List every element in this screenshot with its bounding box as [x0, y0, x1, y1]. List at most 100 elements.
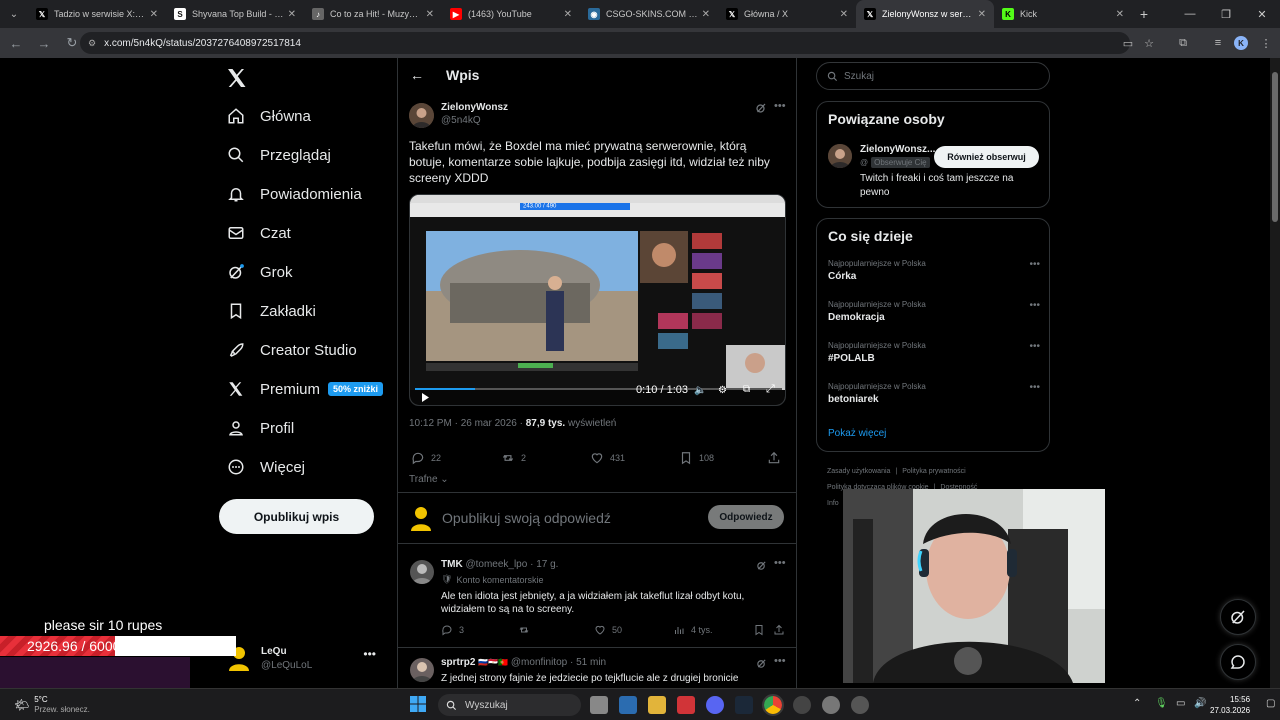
search-input[interactable]: Szukaj: [816, 62, 1050, 90]
system-clock[interactable]: 15:56 27.03.2026: [1210, 694, 1250, 716]
close-tab-icon[interactable]: ✕: [1116, 9, 1124, 20]
more-icon[interactable]: •••: [774, 655, 786, 667]
media-app-icon[interactable]: [677, 696, 695, 714]
nav-item-creator-studio[interactable]: Creator Studio: [216, 332, 367, 368]
task-view-icon[interactable]: [590, 696, 608, 714]
share-button[interactable]: [773, 624, 791, 636]
browser-tab[interactable]: ▶ (1463) YouTube ✕: [442, 0, 580, 28]
chrome-icon[interactable]: [762, 694, 784, 716]
trend-item[interactable]: Najpopularniejsze w Polska Demokracja ••…: [828, 300, 1040, 323]
grok-icon[interactable]: [755, 102, 767, 114]
views-button[interactable]: 4 tys.: [673, 624, 713, 636]
tweet-author-name[interactable]: ZielonyWonsz: [441, 102, 508, 113]
app-icon[interactable]: [851, 696, 869, 714]
browser-tab[interactable]: K Kick ✕: [994, 0, 1132, 28]
close-window-icon[interactable]: ✕: [1244, 8, 1280, 21]
browser-tab[interactable]: 𝕏Tadzio w serwisie X: „dost✕: [28, 0, 166, 28]
trend-item[interactable]: Najpopularniejsze w Polska #POLALB •••: [828, 341, 1040, 364]
bookmark-button[interactable]: 108: [679, 451, 714, 465]
browser-tab[interactable]: ♪ Co to za Hit! - Muzyczny ✕: [304, 0, 442, 28]
page-scrollbar[interactable]: [1270, 58, 1280, 688]
back-arrow-icon[interactable]: ←: [410, 67, 424, 83]
settings-icon[interactable]: ⚙: [718, 385, 727, 396]
messages-fab-button[interactable]: [1220, 644, 1256, 680]
trend-item[interactable]: Najpopularniejsze w Polska Córka •••: [828, 259, 1040, 282]
microphone-icon[interactable]: 🎙: [1155, 698, 1168, 709]
repost-button[interactable]: 2: [501, 451, 526, 465]
related-name[interactable]: ZielonyWonsz...: [860, 144, 935, 155]
steam-icon[interactable]: [735, 696, 753, 714]
nav-item-grok[interactable]: Grok: [216, 254, 303, 290]
site-info-icon[interactable]: ⚙: [88, 38, 96, 49]
show-more-link[interactable]: Pokaż więcej: [828, 428, 886, 439]
avatar[interactable]: [410, 658, 434, 682]
close-tab-icon[interactable]: ✕: [150, 9, 158, 20]
reply-author[interactable]: TMK @tomeek_lpo · 17 g.: [441, 559, 558, 570]
avatar[interactable]: [409, 103, 434, 128]
nav-item-premium[interactable]: Premium 50% zniżki: [216, 371, 393, 407]
cast-icon[interactable]: ▭: [1120, 35, 1136, 51]
close-tab-icon[interactable]: ✕: [978, 9, 986, 20]
avatar[interactable]: [410, 560, 434, 584]
close-tab-icon[interactable]: ✕: [702, 9, 710, 20]
reading-list-icon[interactable]: ≡: [1210, 35, 1226, 51]
post-button[interactable]: Opublikuj wpis: [219, 499, 374, 534]
grok-fab-button[interactable]: [1220, 599, 1256, 635]
notifications-icon[interactable]: ▢: [1266, 698, 1275, 709]
account-switcher[interactable]: LeQu @LeQuLoL •••: [224, 641, 394, 681]
nav-item-bookmarks[interactable]: Zakładki: [216, 293, 326, 329]
footer-link[interactable]: Info: [827, 500, 839, 507]
footer-link[interactable]: Polityka prywatności: [902, 468, 965, 475]
browser-tab[interactable]: SShyvana Top Build - Rune✕: [166, 0, 304, 28]
share-button[interactable]: [767, 451, 787, 465]
like-button[interactable]: 431: [590, 451, 625, 465]
more-icon[interactable]: •••: [1029, 259, 1040, 270]
browser-tab[interactable]: ◉CSGO-SKINS.COM - Najle✕: [580, 0, 718, 28]
taskbar-search[interactable]: Wyszukaj: [438, 694, 581, 716]
like-button[interactable]: 50: [594, 624, 622, 636]
browser-menu-icon[interactable]: ⋮: [1258, 35, 1274, 51]
more-icon[interactable]: •••: [363, 647, 376, 661]
windows-start-icon[interactable]: [410, 696, 426, 712]
reply-button[interactable]: 3: [441, 624, 464, 636]
sort-dropdown[interactable]: Trafne ⌄: [409, 474, 449, 485]
tweet-timestamp[interactable]: 10:12 PM · 26 mar 2026 ·: [409, 418, 526, 429]
minimize-icon[interactable]: —: [1172, 8, 1208, 20]
new-tab-button[interactable]: +: [1132, 6, 1156, 22]
reply-submit-button[interactable]: Odpowiedz: [708, 505, 784, 529]
reply-item[interactable]: sprtrp2 🇷🇺🇪🇬🇵🇹 @monfinitop · 51 min ••• …: [398, 650, 796, 688]
browser-tab[interactable]: 𝕏 Główna / X ✕: [718, 0, 856, 28]
mail-app-icon[interactable]: [619, 696, 637, 714]
close-tab-icon[interactable]: ✕: [564, 9, 572, 20]
bookmark-button[interactable]: [753, 624, 771, 636]
close-tab-icon[interactable]: ✕: [288, 9, 296, 20]
nav-item-more[interactable]: Więcej: [216, 449, 315, 485]
reply-author[interactable]: sprtrp2 🇷🇺🇪🇬🇵🇹 @monfinitop · 51 min: [441, 657, 606, 668]
reply-button[interactable]: 22: [411, 451, 441, 465]
nav-item-profile[interactable]: Profil: [216, 410, 304, 446]
address-bar[interactable]: ⚙ x.com/5n4kQ/status/2037276408972517814: [80, 32, 1130, 54]
forward-icon[interactable]: →: [32, 31, 56, 55]
close-tab-icon[interactable]: ✕: [840, 9, 848, 20]
speaker-icon[interactable]: 🔊: [1194, 698, 1206, 709]
nav-item-home[interactable]: Główna: [216, 98, 321, 134]
more-icon[interactable]: •••: [774, 557, 786, 569]
extensions-icon[interactable]: ⧉: [1175, 35, 1191, 51]
reply-item[interactable]: TMK @tomeek_lpo · 17 g. ••• 🛡 Konto komen…: [398, 552, 796, 648]
tab-list-button[interactable]: ⌄: [0, 0, 28, 28]
volume-icon[interactable]: 🔈: [694, 385, 706, 396]
maximize-icon[interactable]: ❐: [1208, 8, 1244, 21]
more-icon[interactable]: •••: [774, 100, 786, 112]
more-icon[interactable]: •••: [1029, 300, 1040, 311]
trend-item[interactable]: Najpopularniejsze w Polska betoniarek ••…: [828, 382, 1040, 405]
tweet-author-handle[interactable]: @5n4kQ: [441, 115, 481, 126]
fullscreen-icon[interactable]: ⤢: [766, 383, 775, 396]
bookmark-star-icon[interactable]: ☆: [1141, 35, 1157, 51]
scrollbar-thumb[interactable]: [1272, 72, 1278, 222]
more-icon[interactable]: •••: [1029, 341, 1040, 352]
weather-widget[interactable]: 🌤 5°C Przew. słonecz.: [14, 694, 90, 716]
pip-icon[interactable]: ⧉: [743, 384, 750, 395]
back-icon[interactable]: ←: [4, 31, 28, 55]
obs-icon[interactable]: [793, 696, 811, 714]
footer-link[interactable]: Zasady użytkowania: [827, 468, 890, 475]
